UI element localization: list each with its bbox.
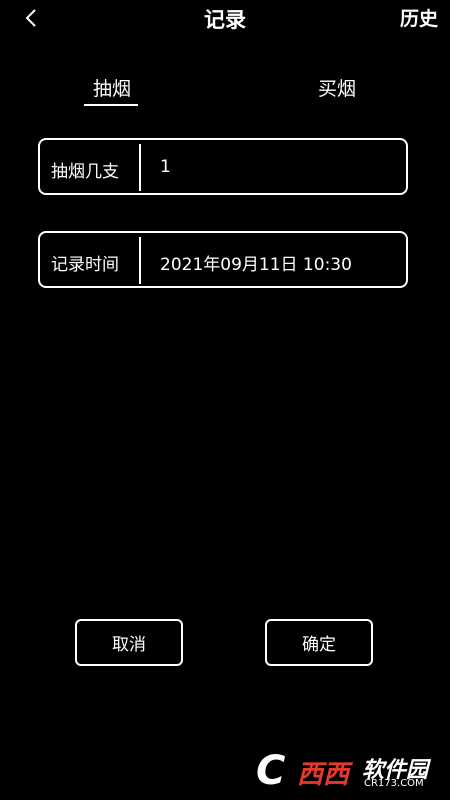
record-time-field[interactable]: 记录时间 2021年09月11日 10:30 — [38, 231, 408, 288]
cancel-button[interactable]: 取消 — [75, 619, 183, 666]
watermark-url: CR173.COM — [364, 778, 424, 789]
tab-bar: 抽烟 买烟 — [0, 70, 450, 110]
record-time-label: 记录时间 — [51, 255, 119, 275]
cigarette-count-field[interactable]: 抽烟几支 1 — [38, 138, 408, 195]
confirm-button[interactable]: 确定 — [265, 619, 373, 666]
history-button[interactable]: 历史 — [400, 4, 438, 31]
record-time-value[interactable]: 2021年09月11日 10:30 — [160, 250, 352, 275]
watermark-mark: C — [256, 748, 286, 794]
watermark-red-text: 西西 — [297, 760, 350, 790]
tab-smoke[interactable]: 抽烟 — [93, 74, 131, 101]
field-divider — [139, 144, 141, 191]
field-divider — [139, 237, 141, 284]
cigarette-count-input[interactable]: 1 — [160, 157, 171, 177]
tab-buy[interactable]: 买烟 — [318, 74, 356, 101]
top-bar: 记录 历史 — [0, 0, 450, 40]
watermark-logo: C 西西 软件园 CR173.COM — [252, 744, 442, 794]
page-title: 记录 — [204, 8, 246, 32]
tab-active-indicator — [84, 104, 138, 106]
cigarette-count-label: 抽烟几支 — [51, 162, 119, 182]
